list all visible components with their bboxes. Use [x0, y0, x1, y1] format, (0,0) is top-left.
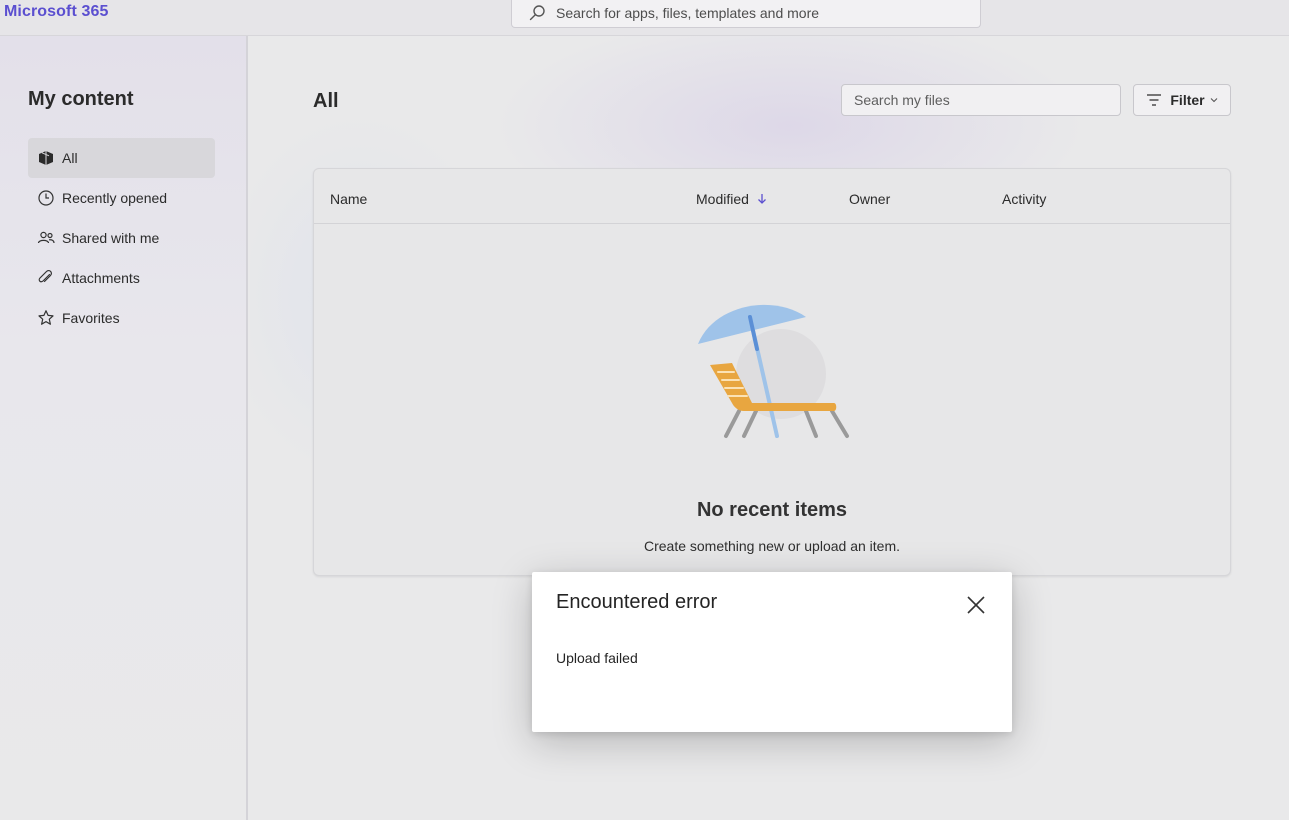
- column-header-label: Modified: [696, 191, 749, 207]
- file-search-box[interactable]: [841, 84, 1121, 116]
- dialog-message: Upload failed: [556, 650, 638, 666]
- column-header-name[interactable]: Name: [330, 191, 367, 207]
- sidebar-item-label: Favorites: [62, 310, 120, 326]
- close-button[interactable]: [964, 593, 988, 617]
- people-icon: [37, 229, 55, 247]
- close-icon: [967, 596, 985, 614]
- beach-chair-illustration: [698, 304, 849, 438]
- global-search-box[interactable]: Search for apps, files, templates and mo…: [511, 0, 981, 28]
- sidebar-item-favorites[interactable]: Favorites: [28, 298, 215, 338]
- search-icon: [528, 4, 546, 22]
- paperclip-icon: [37, 269, 55, 287]
- star-icon: [37, 309, 55, 327]
- global-search-placeholder: Search for apps, files, templates and mo…: [556, 4, 820, 21]
- empty-state-title: No recent items: [696, 499, 848, 521]
- sidebar-item-recently-opened[interactable]: Recently opened: [28, 178, 215, 218]
- column-header-modified[interactable]: Modified: [696, 191, 767, 207]
- sort-descending-icon: [757, 193, 767, 205]
- app-brand[interactable]: Microsoft 365: [4, 3, 108, 21]
- filter-label: Filter: [1170, 92, 1205, 108]
- sidebar-item-attachments[interactable]: Attachments: [28, 258, 215, 298]
- empty-state-subtitle: Create something new or upload an item.: [643, 538, 901, 554]
- sidebar-item-label: All: [62, 150, 78, 166]
- sidebar-item-all[interactable]: All: [28, 138, 215, 178]
- sidebar-item-label: Attachments: [62, 270, 140, 286]
- table-header: Name Modified Owner Activity: [314, 169, 1230, 224]
- page-title: All: [313, 90, 339, 112]
- sidebar-item-label: Shared with me: [62, 230, 160, 246]
- files-table-card: Name Modified Owner Activity No recent i…: [313, 168, 1231, 576]
- sidebar: My content All Recently opened Shared wi…: [0, 36, 248, 820]
- chevron-down-icon: [1210, 97, 1218, 103]
- error-dialog: Encountered error Upload failed: [532, 572, 1012, 732]
- all-files-icon: [37, 149, 55, 167]
- column-header-owner[interactable]: Owner: [849, 191, 890, 207]
- sidebar-title: My content: [28, 88, 134, 110]
- column-header-activity[interactable]: Activity: [1002, 191, 1046, 207]
- sidebar-item-shared-with-me[interactable]: Shared with me: [28, 218, 215, 258]
- dialog-title: Encountered error: [556, 591, 718, 613]
- filter-icon: [1146, 93, 1162, 107]
- sidebar-item-label: Recently opened: [62, 190, 168, 206]
- filter-button[interactable]: Filter: [1133, 84, 1231, 116]
- file-search-input[interactable]: [854, 92, 1120, 108]
- top-bar: Microsoft 365 Search for apps, files, te…: [0, 0, 1289, 36]
- sidebar-nav: All Recently opened Shared with me Attac…: [28, 138, 215, 338]
- clock-icon: [37, 189, 55, 207]
